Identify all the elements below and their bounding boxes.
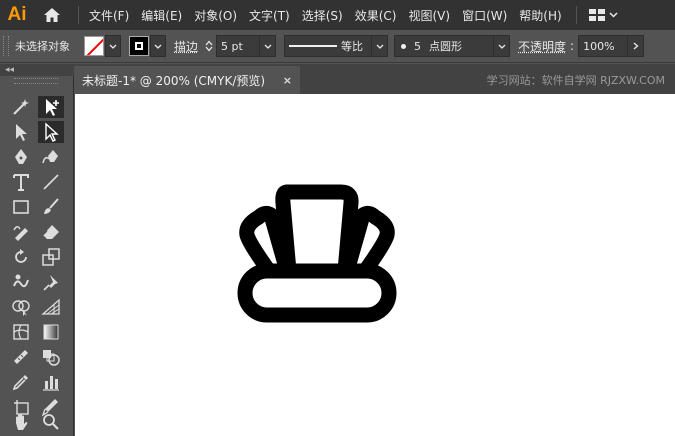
eyedropper-icon[interactable] <box>8 371 34 393</box>
add-anchor-icon[interactable] <box>38 96 64 118</box>
stroke-label[interactable]: 描边 <box>174 38 198 55</box>
selection-status: 未选择对象 <box>15 40 70 53</box>
paintbrush-icon[interactable] <box>38 196 64 218</box>
rotate-icon[interactable] <box>8 246 34 268</box>
profile-line-preview <box>289 45 338 47</box>
artboard-canvas[interactable] <box>75 94 675 436</box>
home-icon <box>44 8 60 22</box>
chevron-down-icon <box>154 44 162 49</box>
bar-graph-icon[interactable] <box>38 371 64 393</box>
eyedropper-ruler-icon[interactable] <box>8 346 34 368</box>
selection-arrow-icon[interactable] <box>8 121 34 143</box>
blend-icon[interactable] <box>38 346 64 368</box>
zoom-icon[interactable] <box>38 410 64 434</box>
mesh-icon[interactable] <box>8 321 34 343</box>
stroke-width-input[interactable]: 5 pt <box>216 35 261 57</box>
close-icon[interactable]: × <box>283 74 292 87</box>
fill-swatch[interactable] <box>84 36 104 56</box>
tools-panel <box>0 76 74 436</box>
shape-builder-icon[interactable] <box>8 296 34 318</box>
curvature-pen-icon[interactable] <box>38 146 64 168</box>
brush-dot-preview <box>401 43 407 49</box>
warp-icon[interactable] <box>8 271 34 293</box>
menu-separator <box>78 6 79 24</box>
brush-label: 点圆形 <box>429 40 463 53</box>
app-logo: Ai <box>7 4 27 25</box>
sofa-artwork[interactable] <box>235 183 399 325</box>
watermark-text: 学习网站：软件自学网 RJZXW.COM <box>486 74 665 87</box>
workspace-switcher[interactable] <box>581 0 626 30</box>
stroke-width-dropdown[interactable] <box>260 35 277 57</box>
workspace-grid-icon <box>588 9 605 21</box>
menu-effect[interactable]: 效果(C) <box>349 0 403 30</box>
menu-type[interactable]: 文字(T) <box>243 0 296 30</box>
puppet-pin-icon[interactable] <box>38 271 64 293</box>
pen-icon[interactable] <box>8 146 34 168</box>
menu-bar: Ai 文件(F) 编辑(E) 对象(O) 文字(T) 选择(S) 效果(C) 视… <box>0 0 675 30</box>
profile-dropdown[interactable] <box>372 35 389 57</box>
stroke-swatch-inner <box>135 42 143 50</box>
menu-select[interactable]: 选择(S) <box>296 0 349 30</box>
menu-file[interactable]: 文件(F) <box>83 0 135 30</box>
document-tab-title: 未标题-1* @ 200% (CMYK/预览) <box>82 73 266 88</box>
eraser-icon[interactable] <box>38 221 64 243</box>
control-bar: 未选择对象 描边 5 pt 等比 5 点圆形 不透明度 : 100% <box>0 30 675 63</box>
control-bar-grip[interactable] <box>3 36 9 56</box>
brush-definition[interactable]: 5 点圆形 <box>394 35 495 57</box>
document-tab-bar: 未标题-1* @ 200% (CMYK/预览) × 学习网站：软件自学网 RJZ… <box>74 64 675 94</box>
menu-window[interactable]: 窗口(W) <box>456 0 513 30</box>
shaper-icon[interactable] <box>8 221 34 243</box>
line-icon[interactable] <box>38 171 64 193</box>
chevron-down-icon <box>109 44 117 49</box>
profile-label: 等比 <box>341 40 364 53</box>
stroke-swatch[interactable] <box>129 36 149 56</box>
tools-panel-grip[interactable] <box>14 78 58 84</box>
variable-width-profile[interactable]: 等比 <box>284 35 373 57</box>
chevron-down-icon <box>264 44 271 49</box>
home-button[interactable] <box>34 0 70 30</box>
chevron-right-icon <box>633 42 639 50</box>
type-icon[interactable] <box>8 171 34 193</box>
magic-wand-icon[interactable] <box>8 96 34 118</box>
opacity-label[interactable]: 不透明度 <box>518 38 566 55</box>
brush-size: 5 <box>414 39 422 53</box>
brush-dropdown[interactable] <box>494 35 511 57</box>
menu-separator <box>575 6 577 24</box>
chevron-down-icon <box>609 12 618 18</box>
sofa-seat[interactable] <box>237 263 397 323</box>
scale-icon[interactable] <box>38 246 64 268</box>
opacity-colon: : <box>570 39 575 53</box>
sofa-backrest[interactable] <box>275 184 359 279</box>
chevron-down-icon <box>498 44 505 49</box>
opacity-dropdown[interactable] <box>628 35 645 57</box>
fill-dropdown[interactable] <box>105 35 121 57</box>
menu-object[interactable]: 对象(O) <box>188 0 243 30</box>
stroke-width-stepper[interactable] <box>202 35 216 57</box>
perspective-grid-icon[interactable] <box>38 296 64 318</box>
menu-edit[interactable]: 编辑(E) <box>135 0 188 30</box>
menu-view[interactable]: 视图(V) <box>402 0 456 30</box>
gradient-icon[interactable] <box>38 321 64 343</box>
chevron-down-icon <box>205 46 213 52</box>
hand-icon[interactable] <box>8 410 34 434</box>
toolbar-collapse-button[interactable]: ◂◂ <box>0 64 74 76</box>
document-tab[interactable]: 未标题-1* @ 200% (CMYK/预览) × <box>74 66 300 94</box>
stroke-dropdown[interactable] <box>150 35 166 57</box>
opacity-input[interactable]: 100% <box>578 35 629 57</box>
rectangle-icon[interactable] <box>8 196 34 218</box>
chevron-down-icon <box>376 44 383 49</box>
direct-selection-icon[interactable] <box>38 121 64 143</box>
menu-help[interactable]: 帮助(H) <box>513 0 567 30</box>
